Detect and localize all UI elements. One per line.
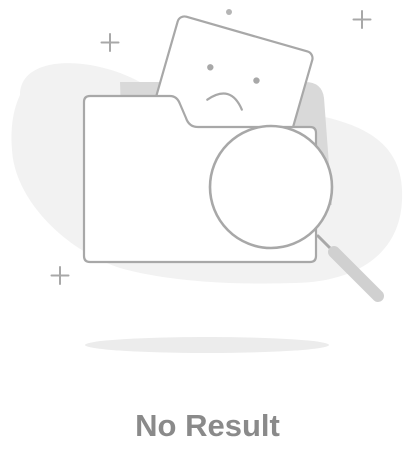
empty-folder-search-icon <box>11 9 403 353</box>
ground-shadow <box>85 337 329 353</box>
sparkle-plus-icon <box>352 10 372 29</box>
no-result-message: No Result <box>135 408 280 443</box>
sparkle-plus-icon <box>100 33 120 52</box>
sparkle-plus-icon <box>50 266 70 285</box>
magnifier-lens-icon <box>208 124 334 250</box>
sparkle-dot-icon <box>226 9 232 15</box>
empty-state-screen: No Result <box>0 0 415 449</box>
